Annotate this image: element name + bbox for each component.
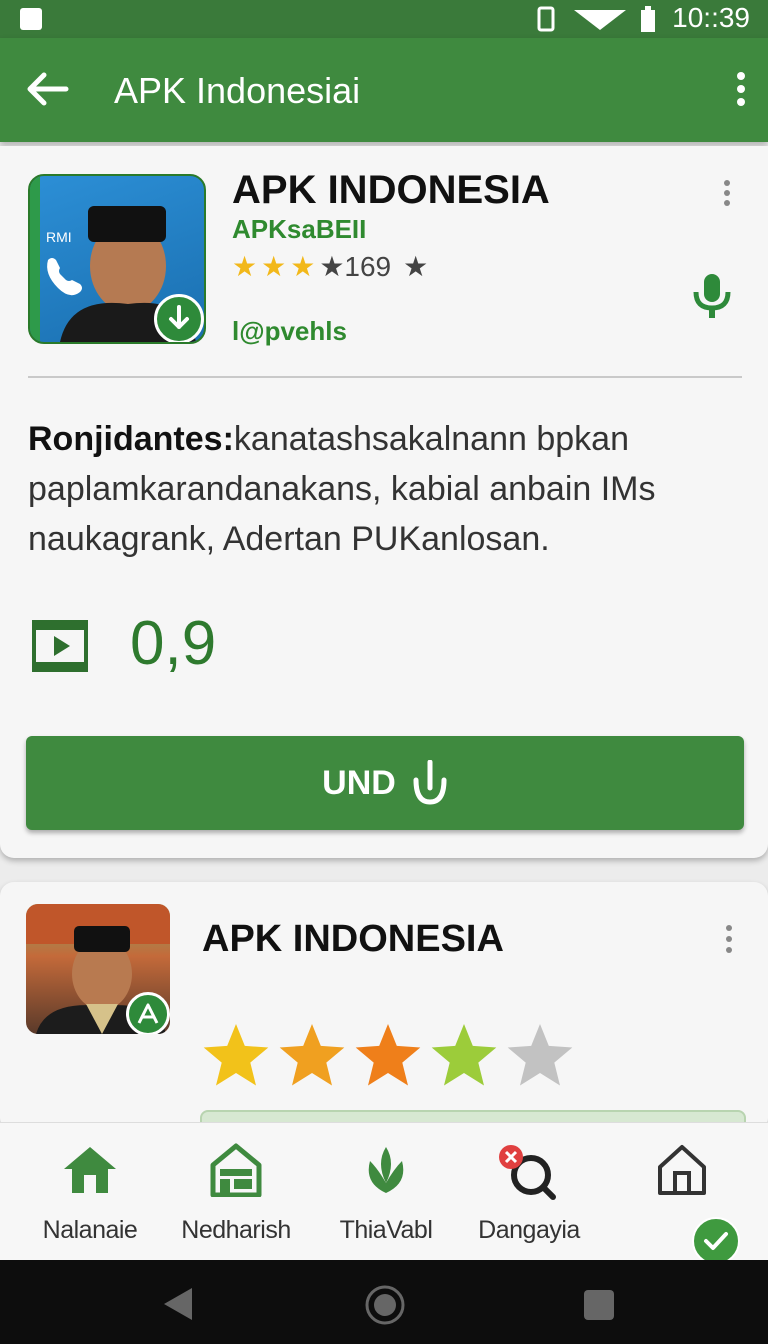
nav-label-leaf: ThiaVabl: [339, 1216, 433, 1244]
nav-item-home[interactable]: Nalanaie: [13, 1123, 167, 1261]
bottom-navigation: Nalanaie Nedharish ThiaVabl Dangayia: [0, 1122, 768, 1265]
card-menu-icon[interactable]: [724, 924, 734, 954]
nav-item-search[interactable]: Dangayia: [452, 1123, 606, 1261]
system-back-icon[interactable]: [162, 1286, 194, 1322]
rating-star[interactable]: [203, 1024, 269, 1086]
stat-value: 0,9: [130, 609, 217, 678]
rating-stars: ★★★: [232, 251, 320, 282]
status-time: 10::39: [672, 2, 750, 33]
rating-count: ★169: [319, 251, 392, 282]
microphone-icon[interactable]: [690, 272, 734, 320]
home-outline-icon: [658, 1145, 706, 1195]
download-button[interactable]: UND: [26, 736, 744, 830]
nav-item-leaf[interactable]: ThiaVabl: [309, 1123, 463, 1261]
nav-item-store[interactable]: Nedharish: [159, 1123, 313, 1261]
app-card-primary[interactable]: RMI APK INDONESIA APKsaBEII ★★★ ★169 ★ l…: [0, 146, 768, 858]
check-badge-icon: [692, 1217, 740, 1265]
nav-label-search: Dangayia: [478, 1216, 580, 1244]
svg-text:RMI: RMI: [46, 229, 72, 245]
download-arrow-icon: [413, 760, 447, 805]
description-label: Ronjidantes:: [28, 420, 234, 458]
leaf-icon: [368, 1147, 404, 1193]
nav-label-home: Nalanaie: [42, 1216, 138, 1244]
rating-star[interactable]: [431, 1024, 497, 1086]
system-recents-icon[interactable]: [582, 1288, 616, 1322]
download-button-label: UND: [322, 763, 396, 802]
nav-label-store: Nedharish: [181, 1216, 291, 1244]
app-title: APK INDONESIA: [232, 168, 550, 212]
badge-icon: [126, 992, 170, 1034]
notification-icon: [20, 8, 42, 30]
star-icon: ★: [403, 251, 429, 282]
app-bar-title: APK Indonesiai: [114, 70, 361, 111]
signal-icon: [574, 10, 626, 30]
store-icon: [210, 1143, 262, 1197]
system-home-icon[interactable]: [364, 1284, 406, 1326]
star-rating-large[interactable]: [200, 1022, 580, 1092]
battery-icon: [641, 6, 655, 32]
app-title-secondary: APK INDONESIA: [202, 918, 504, 960]
developer-name[interactable]: APKsaBEII: [232, 214, 366, 245]
rating-star[interactable]: [507, 1024, 573, 1086]
back-arrow-icon[interactable]: [26, 72, 70, 106]
rating-star[interactable]: [279, 1024, 345, 1086]
app-description: Ronjidantes:kanatashsakalnann bpkan papl…: [28, 414, 728, 564]
app-bar: APK Indonesiai: [0, 38, 768, 142]
vibrate-icon: [537, 6, 555, 32]
home-icon: [64, 1147, 116, 1193]
video-icon: [32, 620, 88, 672]
divider: [28, 376, 742, 378]
status-bar: 10::39: [0, 0, 768, 38]
search-icon: [499, 1145, 556, 1200]
app-tag: l@pvehls: [232, 316, 347, 346]
card-menu-icon[interactable]: [722, 180, 732, 206]
app-card-secondary[interactable]: APK INDONESIA: [0, 882, 768, 1132]
app-icon[interactable]: RMI: [28, 174, 206, 344]
overflow-menu-icon[interactable]: [736, 72, 746, 106]
app-thumbnail[interactable]: [26, 904, 170, 1034]
rating-star[interactable]: [355, 1024, 421, 1086]
download-badge-icon: [154, 294, 204, 342]
system-navigation-bar: [0, 1260, 768, 1344]
rating-row: ★★★ ★169 ★: [232, 250, 428, 283]
